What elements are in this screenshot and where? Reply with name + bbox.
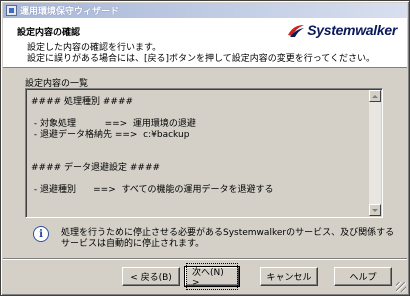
- summary-line: #### 処理種別 ####: [31, 97, 134, 107]
- page-title: 設定内容の確認: [17, 28, 81, 38]
- info-icon: i: [33, 226, 49, 242]
- arrow-up-icon: [372, 94, 378, 98]
- summary-text-box[interactable]: #### 処理種別 #### - 対象処理 ==> 運用環境の退避 - 退避デー…: [25, 88, 383, 218]
- scroll-down-button[interactable]: [369, 204, 381, 216]
- next-button[interactable]: 次へ(N) >: [184, 263, 240, 290]
- wizard-header: 設定内容の確認 設定した内容の確認を行います。 設定に誤りがある場合には、[戻る…: [3, 18, 407, 68]
- systemwalker-logo-icon: [287, 23, 305, 38]
- summary-line: [31, 152, 369, 163]
- resize-grip[interactable]: [396, 282, 406, 292]
- logo-text: Systemwalker: [307, 22, 397, 38]
- summary-content: #### 処理種別 #### - 対象処理 ==> 運用環境の退避 - 退避デー…: [31, 97, 369, 196]
- next-button-label: 次へ(N) >: [186, 263, 238, 290]
- summary-line: [31, 108, 369, 119]
- summary-line: - 退避データ格納先 ==> c:¥backup: [31, 130, 190, 140]
- cancel-button[interactable]: キャンセル: [260, 267, 318, 286]
- summary-line: - 対象処理 ==> 運用環境の退避: [31, 119, 196, 129]
- title-bar[interactable]: 運用環境保守ウィザード: [3, 3, 407, 18]
- vertical-scrollbar[interactable]: [369, 90, 381, 216]
- window-title: 運用環境保守ウィザード: [20, 7, 120, 17]
- help-button[interactable]: ヘルプ: [334, 267, 392, 286]
- summary-line: #### データ退避設定 ####: [31, 163, 161, 173]
- summary-line: [31, 141, 369, 152]
- systemwalker-logo: Systemwalker: [287, 22, 397, 38]
- app-window-icon: [6, 5, 17, 16]
- arrow-down-icon: [372, 208, 378, 212]
- back-button[interactable]: < 戻る(B): [122, 267, 180, 286]
- summary-line: - 退避種別 ==> すべての機能の運用データを退避する: [31, 185, 274, 195]
- wizard-window: 運用環境保守ウィザード 設定内容の確認 設定した内容の確認を行います。 設定に誤…: [0, 0, 410, 296]
- footer-divider: [3, 258, 407, 260]
- summary-line: [31, 174, 369, 185]
- scroll-up-button[interactable]: [369, 90, 381, 102]
- page-description-line-2: 設定に誤りがある場合には、[戻る]ボタンを押して設定内容の変更を行ってください。: [27, 54, 376, 64]
- info-text-line-2: サービスは自動的に停止されます。: [61, 239, 205, 249]
